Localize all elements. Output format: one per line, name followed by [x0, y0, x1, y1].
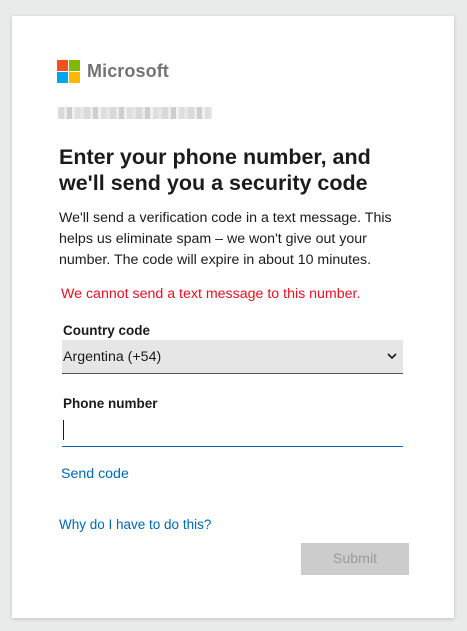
country-code-label: Country code [63, 323, 151, 338]
brand-name: Microsoft [87, 60, 169, 81]
logo-square-blue [57, 71, 68, 83]
phone-number-field-wrapper [62, 417, 403, 447]
country-code-select[interactable]: Argentina (+54) [62, 340, 403, 374]
microsoft-logo: Microsoft [57, 59, 169, 83]
submit-button[interactable]: Submit [301, 543, 409, 575]
microsoft-logo-icon [57, 59, 80, 83]
error-message: We cannot send a text message to this nu… [61, 286, 361, 302]
chevron-down-icon [387, 352, 397, 362]
send-code-link[interactable]: Send code [61, 466, 129, 482]
page-title: Enter your phone number, and we'll send … [59, 145, 371, 195]
masked-account-identifier [58, 107, 212, 119]
signin-card: Microsoft Enter your phone number, and w… [12, 16, 454, 618]
description-text: We'll send a verification code in a text… [59, 210, 392, 268]
country-code-selected-value: Argentina (+54) [63, 348, 162, 365]
logo-square-red [57, 59, 68, 71]
logo-square-green [69, 59, 80, 71]
why-link[interactable]: Why do I have to do this? [59, 517, 211, 532]
logo-square-yellow [69, 71, 80, 83]
text-caret [63, 420, 64, 440]
phone-number-label: Phone number [63, 396, 158, 411]
phone-number-input[interactable] [62, 417, 403, 446]
